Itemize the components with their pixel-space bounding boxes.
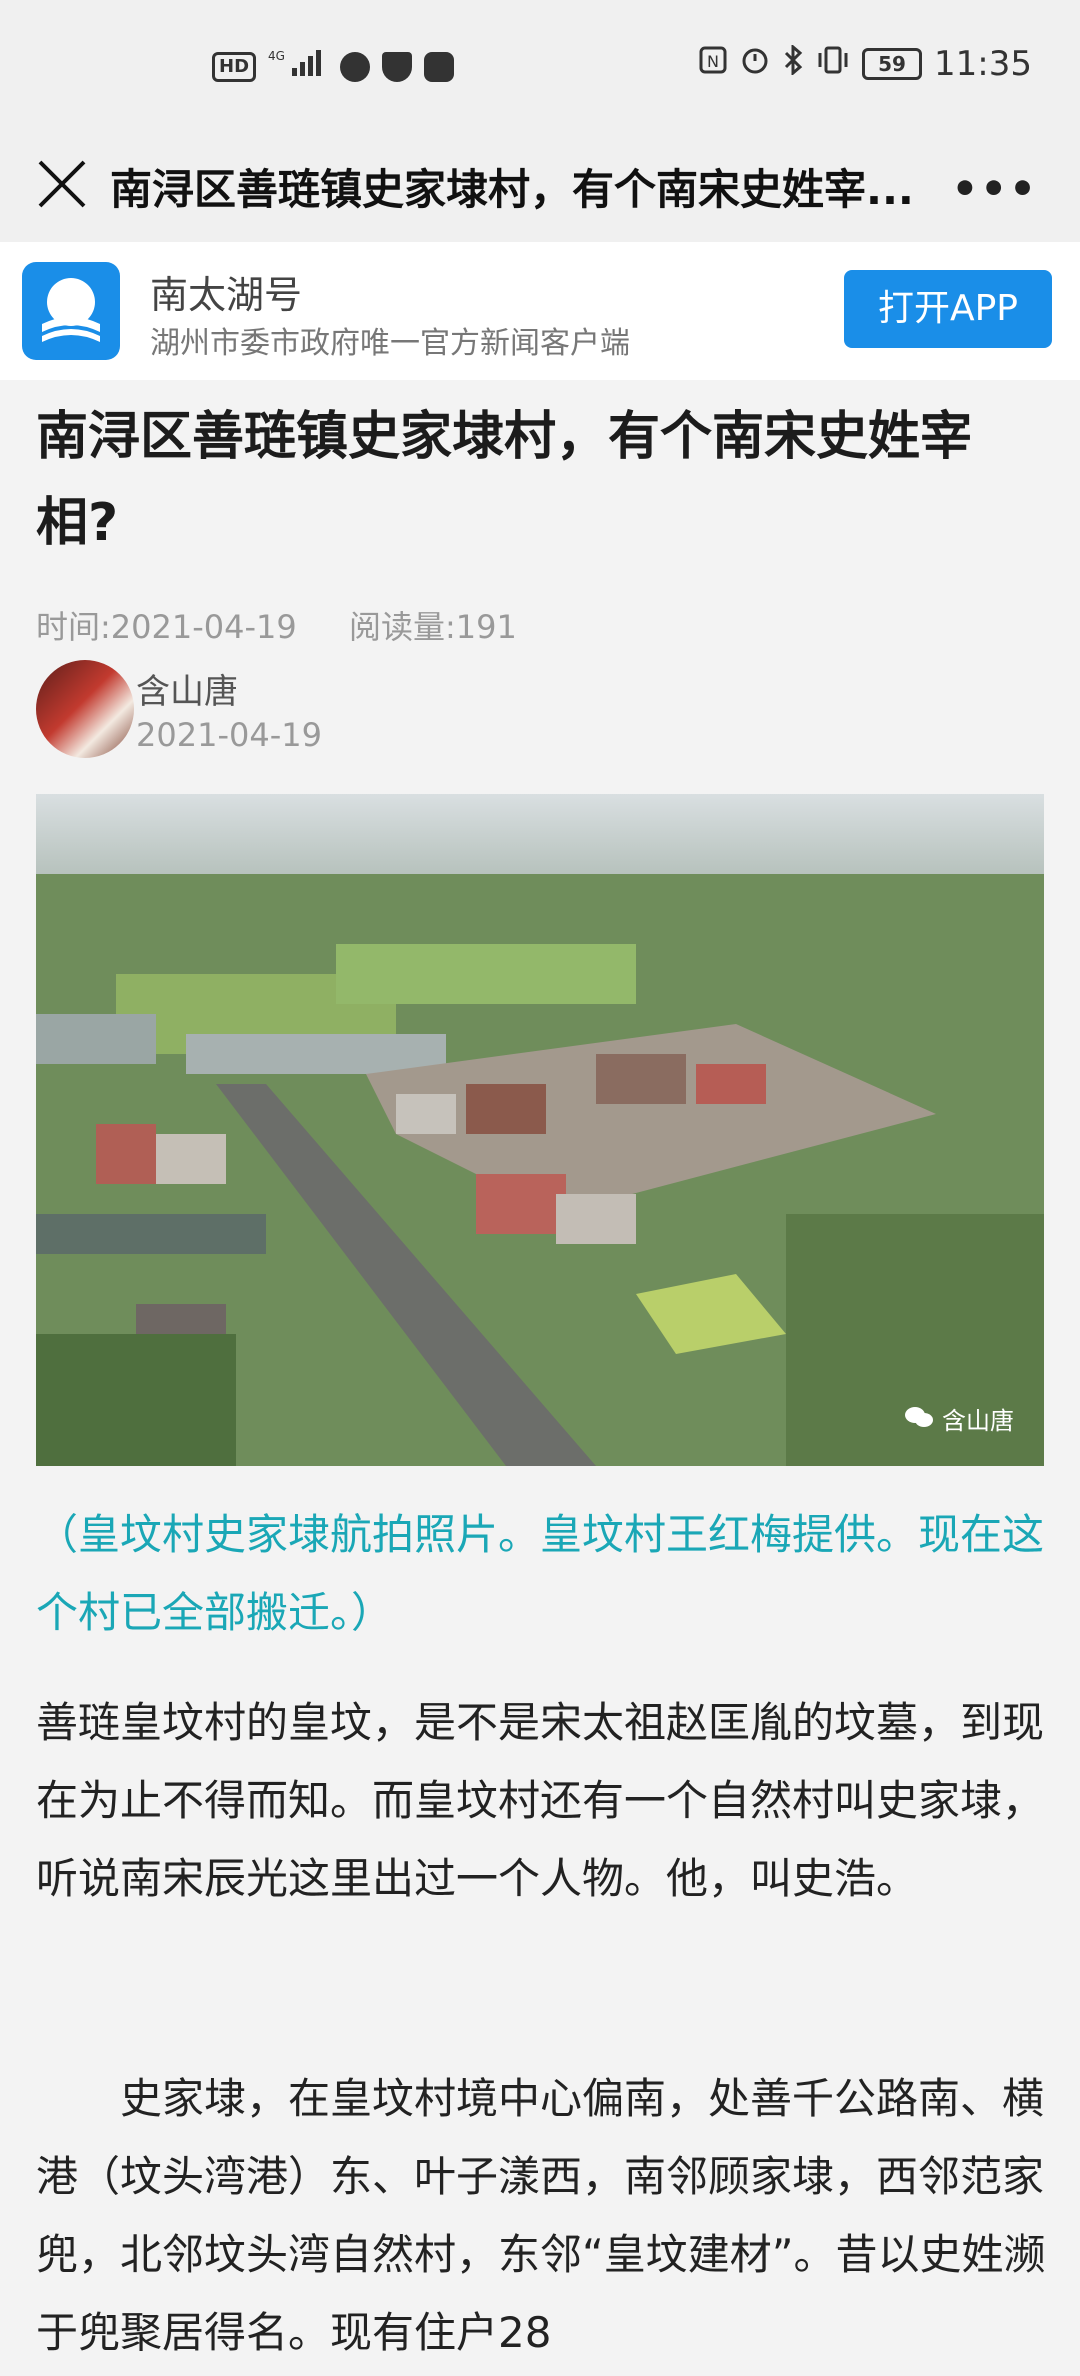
app-download-banner: 南太湖号 湖州市委市政府唯一官方新闻客户端 打开APP [0, 242, 1080, 380]
article-title: 南浔区善琏镇史家埭村，有个南宋史姓宰相? [36, 407, 973, 553]
signal-icon: 4G [268, 48, 328, 85]
aerial-village-photo[interactable]: 含山唐 [36, 794, 1044, 1466]
paragraph: 善琏皇坟村的皇坟，是不是宋太祖赵匡胤的坟墓，到现在为止不得而知。而皇坟村还有一个… [36, 1698, 1045, 1903]
wechat-icon [904, 1407, 942, 1435]
status-bar: HD 4G N 59 11:35 [0, 0, 1080, 134]
app-description: 湖州市委市政府唯一官方新闻客户端 [150, 326, 630, 361]
close-icon[interactable] [32, 154, 92, 214]
app-name: 南太湖号 [150, 273, 303, 317]
photo-watermark: 含山唐 [904, 1401, 1014, 1436]
hand-icon [424, 51, 455, 82]
read-count: 阅读量:191 [348, 608, 517, 646]
top-navigation-bar: 南浔区善琏镇史家埭村，有个南宋史姓宰... ••• [0, 134, 1080, 242]
open-app-button[interactable]: 打开APP [844, 270, 1052, 348]
more-options-icon[interactable]: ••• [951, 164, 1038, 213]
bluetooth-icon [782, 43, 804, 84]
svg-text:4G: 4G [268, 49, 285, 63]
paragraph: 史家埭，在皇坟村境中心偏南，处善千公路南、横港（坟头湾港）东、叶子漾西，南邻顾家… [36, 2074, 1046, 2357]
publish-time: 时间:2021-04-19 [36, 608, 297, 646]
shield-icon [382, 51, 413, 82]
article-meta: 时间:2021-04-19 阅读量:191 [36, 602, 559, 648]
author-name[interactable]: 含山唐 [136, 664, 238, 713]
photo-caption: （皇坟村史家埭航拍照片。皇坟村王红梅提供。现在这个村已全部搬迁。） [36, 1510, 1045, 1637]
author-avatar[interactable] [36, 660, 134, 758]
clock: 11:35 [934, 44, 1032, 84]
app-logo [22, 262, 120, 360]
vibrate-icon [816, 44, 850, 84]
app-notification-icon [340, 51, 371, 82]
nfc-icon: N [698, 44, 728, 84]
page-title: 南浔区善琏镇史家埭村，有个南宋史姓宰... [110, 165, 914, 214]
watermark-text: 含山唐 [942, 1407, 1014, 1435]
hd-indicator: HD [212, 51, 257, 82]
alarm-icon [740, 44, 770, 84]
status-right-icons: N 59 11:35 [698, 43, 1032, 84]
author-date: 2021-04-19 [136, 716, 322, 754]
battery-indicator: 59 [862, 48, 923, 80]
status-left-icons: HD 4G [212, 48, 455, 85]
svg-text:N: N [707, 52, 719, 71]
